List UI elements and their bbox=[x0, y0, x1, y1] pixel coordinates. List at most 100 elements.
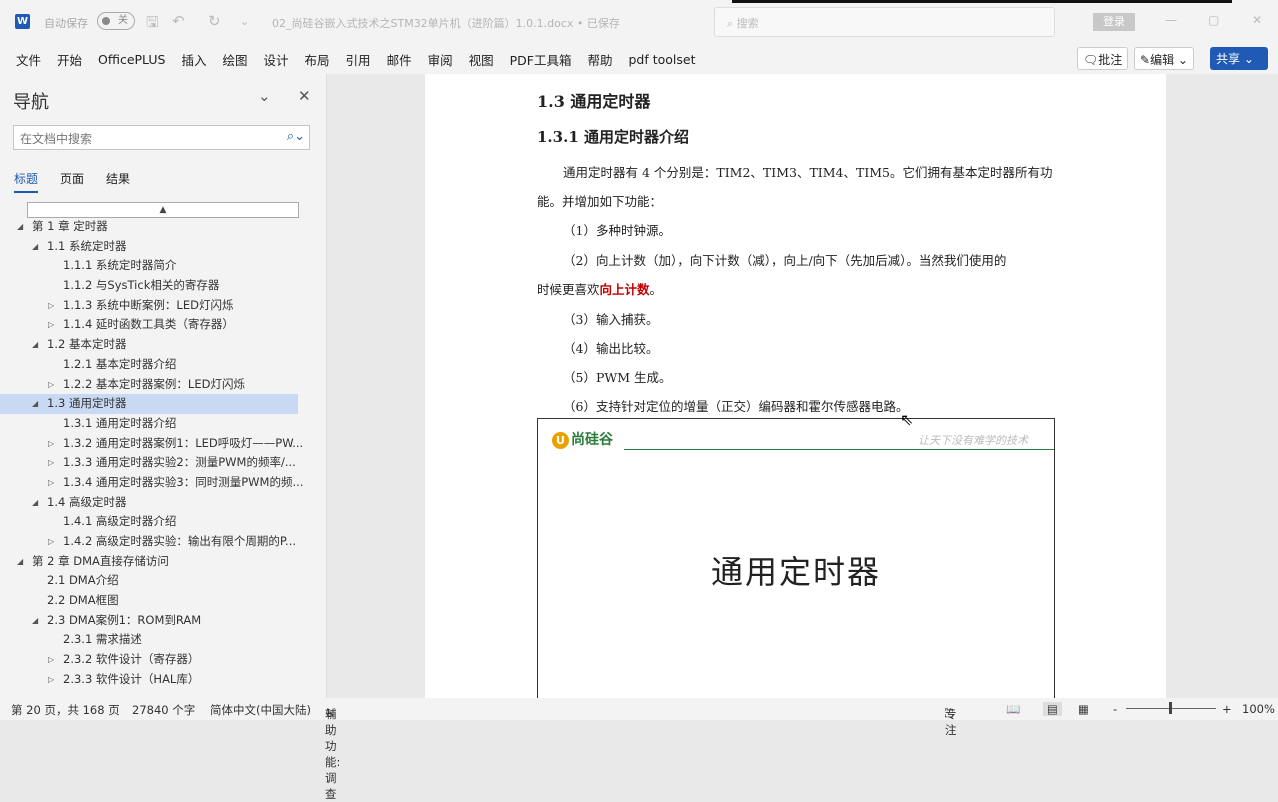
menu-home[interactable]: 开始 bbox=[57, 50, 82, 69]
share-button[interactable]: 共享 ⌄ bbox=[1210, 47, 1268, 70]
collapsed-arrow-icon[interactable]: ▷ bbox=[48, 434, 54, 454]
nav-heading-item[interactable]: 1.1.2 与SysTick相关的寄存器 bbox=[0, 276, 326, 296]
menu-pdf-tools[interactable]: PDF工具箱 bbox=[510, 50, 572, 69]
nav-close-icon[interactable]: ✕ bbox=[298, 87, 311, 105]
tab-pages[interactable]: 页面 bbox=[60, 170, 84, 193]
word-count[interactable]: 27840 个字 bbox=[132, 702, 195, 718]
zoom-out-button[interactable]: - bbox=[1113, 702, 1117, 716]
collapsed-arrow-icon[interactable]: ▷ bbox=[48, 315, 54, 335]
expanded-arrow-icon[interactable]: ◢ bbox=[17, 552, 23, 572]
close-icon[interactable]: ✕ bbox=[1252, 13, 1262, 27]
slogan: 让天下没有难学的技术 bbox=[918, 434, 1028, 447]
menu-layout[interactable]: 布局 bbox=[305, 50, 330, 69]
menu-officeplus[interactable]: OfficePLUS bbox=[98, 52, 165, 67]
nav-search-input[interactable]: 在文档中搜索 ⌕⌄ bbox=[13, 125, 310, 150]
collapsed-arrow-icon[interactable]: ▷ bbox=[48, 532, 54, 552]
language[interactable]: 简体中文(中国大陆) bbox=[210, 702, 311, 718]
expanded-arrow-icon[interactable]: ◢ bbox=[32, 335, 38, 355]
menu-file[interactable]: 文件 bbox=[16, 50, 41, 69]
page-count[interactable]: 第 20 页，共 168 页 bbox=[11, 702, 120, 718]
paragraph-line: 能。并增加如下功能： bbox=[537, 194, 663, 209]
nav-heading-item[interactable]: ▷ 1.3.4 通用定时器实验3：同时测量PWM的频... bbox=[0, 473, 326, 493]
maximize-icon[interactable]: ▢ bbox=[1208, 13, 1219, 27]
nav-heading-label: 1.2 基本定时器 bbox=[47, 337, 127, 352]
nav-heading-item[interactable]: ▷ 1.1.4 延时函数工具类（寄存器） bbox=[0, 315, 326, 335]
nav-heading-item[interactable]: ◢ 2.3 DMA案例1：ROM到RAM bbox=[0, 611, 326, 631]
document-page[interactable]: 1.3 通用定时器 1.3.1 通用定时器介绍 通用定时器有 4 个分别是：TI… bbox=[425, 74, 1166, 708]
collapsed-arrow-icon[interactable]: ▷ bbox=[48, 453, 54, 473]
search-icon: ⌕ bbox=[727, 17, 737, 30]
expanded-arrow-icon[interactable]: ◢ bbox=[32, 237, 38, 257]
list-item: （1）多种时钟源。 bbox=[563, 223, 671, 238]
zoom-slider[interactable] bbox=[1126, 702, 1216, 714]
comment-button[interactable]: 🗨批注 bbox=[1077, 47, 1129, 70]
text: 。 bbox=[649, 282, 663, 297]
nav-heading-item[interactable]: 2.3.1 需求描述 bbox=[0, 630, 326, 650]
expanded-arrow-icon[interactable]: ◢ bbox=[32, 611, 38, 631]
nav-heading-item[interactable]: ▷ 1.4.2 高级定时器实验：输出有限个周期的P... bbox=[0, 532, 326, 552]
tab-results[interactable]: 结果 bbox=[106, 170, 130, 193]
menu-draw[interactable]: 绘图 bbox=[223, 50, 248, 69]
print-layout-icon[interactable]: ▤ bbox=[1043, 702, 1062, 716]
minimize-icon[interactable]: — bbox=[1165, 13, 1177, 27]
menu-design[interactable]: 设计 bbox=[264, 50, 289, 69]
accessibility-label: 辅助功能: 调查 bbox=[325, 707, 341, 801]
nav-heading-item[interactable]: 1.4.1 高级定时器介绍 bbox=[0, 512, 326, 532]
nav-heading-item[interactable]: ▷ 1.3.3 通用定时器实验2：测量PWM的频率/... bbox=[0, 453, 326, 473]
nav-heading-item[interactable]: 1.1.1 系统定时器简介 bbox=[0, 256, 326, 276]
collapsed-arrow-icon[interactable]: ▷ bbox=[48, 670, 54, 690]
nav-heading-item[interactable]: ▷ 2.3.2 软件设计（寄存器） bbox=[0, 650, 326, 670]
edit-button[interactable]: ✎编辑 ⌄ bbox=[1134, 47, 1194, 70]
collapse-all-button[interactable]: ▲ bbox=[27, 202, 299, 218]
save-icon[interactable]: 🖫 bbox=[146, 12, 159, 37]
nav-heading-item[interactable]: ◢ 1.4 高级定时器 bbox=[0, 493, 326, 513]
heading-tree: ◢ 第 1 章 定时器 ◢ 1.1 系统定时器 1.1.1 系统定时器简介 1.1.2 与… bbox=[0, 217, 326, 690]
nav-heading-item[interactable]: ◢ 1.1 系统定时器 bbox=[0, 237, 326, 257]
nav-heading-item[interactable]: ▷ 1.2.2 基本定时器案例：LED灯闪烁 bbox=[0, 375, 326, 395]
nav-heading-item[interactable]: 1.3.1 通用定时器介绍 bbox=[0, 414, 326, 434]
expanded-arrow-icon[interactable]: ◢ bbox=[17, 217, 23, 237]
nav-heading-item[interactable]: ▷ 1.3.2 通用定时器案例1：LED呼吸灯——PW... bbox=[0, 434, 326, 454]
nav-heading-label: 1.1.2 与SysTick相关的寄存器 bbox=[63, 278, 220, 293]
customize-icon[interactable]: ⌄ bbox=[240, 15, 249, 28]
collapsed-arrow-icon[interactable]: ▷ bbox=[48, 296, 54, 316]
heading-2: 1.3 通用定时器 bbox=[537, 92, 651, 111]
nav-heading-item[interactable]: 2.1 DMA介绍 bbox=[0, 571, 326, 591]
nav-heading-item[interactable]: ◢ 1.3 通用定时器 bbox=[0, 394, 298, 414]
read-mode-icon[interactable]: 📖 bbox=[1006, 702, 1020, 716]
menu-pdf-toolset[interactable]: pdf toolset bbox=[628, 52, 695, 67]
zoom-level[interactable]: 100% bbox=[1242, 702, 1275, 716]
nav-options-chevron-icon[interactable]: ⌄ bbox=[258, 87, 271, 105]
collapsed-arrow-icon[interactable]: ▷ bbox=[48, 473, 54, 493]
nav-heading-label: 第 2 章 DMA直接存储访问 bbox=[32, 553, 169, 568]
navigation-pane: 导航 ⌄ ✕ 在文档中搜索 ⌕⌄ 标题 页面 结果 ▲ ◢ 第 1 章 定时器 ◢ 1.… bbox=[0, 74, 326, 698]
nav-heading-item[interactable]: ◢ 第 2 章 DMA直接存储访问 bbox=[0, 552, 326, 572]
nav-heading-item[interactable]: 2.2 DMA框图 bbox=[0, 591, 326, 611]
redo-icon[interactable]: ↻ bbox=[208, 12, 221, 30]
nav-heading-item[interactable]: ◢ 第 1 章 定时器 bbox=[0, 217, 326, 237]
undo-icon[interactable]: ↶ bbox=[172, 12, 185, 30]
collapsed-arrow-icon[interactable]: ▷ bbox=[48, 375, 54, 395]
collapsed-arrow-icon[interactable]: ▷ bbox=[48, 650, 54, 670]
menu-insert[interactable]: 插入 bbox=[181, 50, 206, 69]
tab-headings[interactable]: 标题 bbox=[14, 170, 39, 193]
list-item: （4）输出比较。 bbox=[563, 341, 659, 356]
menu-review[interactable]: 审阅 bbox=[428, 50, 453, 69]
search-icon[interactable]: ⌕⌄ bbox=[287, 129, 305, 144]
menu-mailings[interactable]: 邮件 bbox=[387, 50, 412, 69]
login-button[interactable]: 登录 bbox=[1093, 13, 1135, 31]
expanded-arrow-icon[interactable]: ◢ bbox=[32, 493, 38, 513]
pane-divider[interactable] bbox=[326, 74, 327, 698]
nav-heading-item[interactable]: ▷ 2.3.3 软件设计（HAL库） bbox=[0, 670, 326, 690]
web-layout-icon[interactable]: ▦ bbox=[1078, 702, 1089, 716]
autosave-toggle[interactable]: 关 bbox=[97, 12, 135, 30]
nav-heading-item[interactable]: 1.2.1 基本定时器介绍 bbox=[0, 355, 326, 375]
menu-view[interactable]: 视图 bbox=[469, 50, 494, 69]
expanded-arrow-icon[interactable]: ◢ bbox=[32, 394, 38, 414]
zoom-in-button[interactable]: + bbox=[1222, 702, 1232, 716]
nav-heading-item[interactable]: ▷ 1.1.3 系统中断案例：LED灯闪烁 bbox=[0, 296, 326, 316]
nav-heading-item[interactable]: ◢ 1.2 基本定时器 bbox=[0, 335, 326, 355]
search-box[interactable]: ⌕ 搜索 bbox=[714, 7, 1055, 37]
menu-help[interactable]: 帮助 bbox=[587, 50, 612, 69]
menu-references[interactable]: 引用 bbox=[346, 50, 371, 69]
